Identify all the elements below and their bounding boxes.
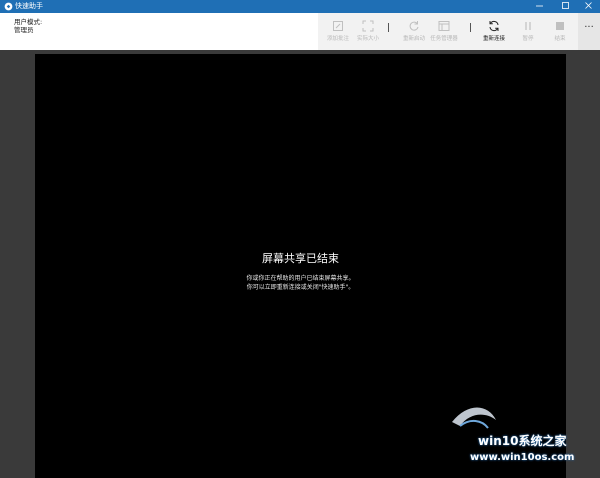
reconnect-icon xyxy=(489,20,499,32)
user-mode: 用户模式: 管理员 xyxy=(14,18,42,34)
actual-size-label: 实际大小 xyxy=(356,36,379,42)
maximize-button[interactable] xyxy=(553,0,578,13)
screen-sharing-ended-title: 屏幕共享已结束 xyxy=(262,252,339,265)
more-options-button[interactable]: ··· xyxy=(578,13,600,50)
user-mode-label: 用户模式: xyxy=(14,18,43,26)
pause-button[interactable]: 暂停 xyxy=(510,13,546,50)
message-line-1: 你或你正在帮助的用户已结束屏幕共享。 xyxy=(246,275,355,282)
restart-icon xyxy=(409,21,419,31)
task-manager-button[interactable]: 任务管理器 xyxy=(426,13,462,50)
separator xyxy=(470,23,471,32)
task-manager-icon xyxy=(438,21,450,31)
toolbar: 用户模式: 管理员 添加批注 实际大小 重新启动 任务管理器 重新连接 暂停 结… xyxy=(0,13,600,50)
title-bar: 快速助手 xyxy=(0,0,600,13)
task-manager-label: 任务管理器 xyxy=(430,36,458,42)
command-bar: 添加批注 实际大小 重新启动 任务管理器 重新连接 暂停 结束 ··· xyxy=(318,13,600,50)
quick-assist-app-icon xyxy=(4,2,13,11)
actual-size-icon xyxy=(362,20,374,32)
window-title: 快速助手 xyxy=(15,2,43,10)
stop-label: 结束 xyxy=(554,36,566,42)
message-line-2: 你可以立即重新连接或关闭"快速助手"。 xyxy=(246,284,355,291)
close-icon xyxy=(585,2,592,9)
minimize-button[interactable] xyxy=(527,0,552,13)
pause-icon xyxy=(525,22,531,30)
screen-sharing-ended-message: 你或你正在帮助的用户已结束屏幕共享。 你可以立即重新连接或关闭"快速助手"。 xyxy=(35,274,566,292)
actual-size-button[interactable]: 实际大小 xyxy=(350,13,386,50)
minimize-icon xyxy=(536,5,543,7)
watermark-url: www.win10os.com xyxy=(470,452,575,463)
watermark-brand: win10系统之家 xyxy=(478,434,567,448)
pause-label: 暂停 xyxy=(522,36,534,42)
separator xyxy=(388,23,389,32)
annotate-icon xyxy=(333,21,343,31)
stop-icon xyxy=(556,22,564,30)
user-mode-value: 管理员 xyxy=(14,26,34,34)
maximize-icon xyxy=(562,2,569,9)
reconnect-label: 重新连接 xyxy=(482,36,505,42)
stop-button[interactable]: 结束 xyxy=(542,13,578,50)
reconnect-button[interactable]: 重新连接 xyxy=(476,13,512,50)
close-button[interactable] xyxy=(576,0,600,13)
